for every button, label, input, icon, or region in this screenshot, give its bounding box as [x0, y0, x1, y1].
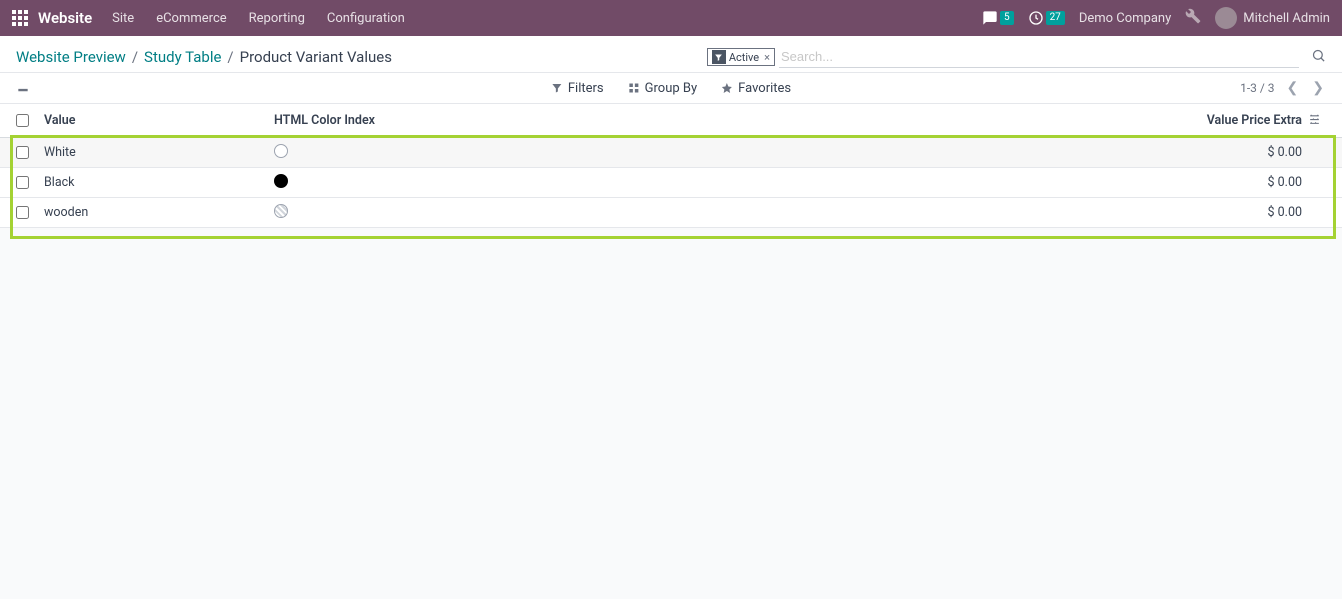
filters-button[interactable]: Filters	[551, 81, 604, 96]
column-color[interactable]: HTML Color Index	[274, 113, 1168, 128]
cell-price: $ 0.00	[1168, 175, 1308, 190]
breadcrumb-current: Product Variant Values	[240, 48, 392, 66]
funnel-icon	[712, 50, 726, 64]
center-tools: Filters Group By Favorites	[551, 81, 791, 96]
favorites-label: Favorites	[738, 81, 791, 96]
cell-value: wooden	[44, 205, 274, 220]
search-area: Active ×	[707, 46, 1326, 68]
table-row[interactable]: wooden $ 0.00	[0, 198, 1342, 228]
column-value[interactable]: Value	[44, 113, 274, 128]
top-nav: Site eCommerce Reporting Configuration	[112, 11, 405, 26]
nav-ecommerce[interactable]: eCommerce	[156, 11, 226, 26]
cell-value: Black	[44, 175, 274, 190]
color-swatch[interactable]	[274, 144, 288, 158]
nav-configuration[interactable]: Configuration	[327, 11, 405, 26]
filters-label: Filters	[568, 81, 604, 96]
cell-price: $ 0.00	[1168, 205, 1308, 220]
breadcrumb-separator: /	[227, 48, 233, 66]
app-brand[interactable]: Website	[38, 9, 92, 27]
apps-icon[interactable]	[12, 10, 28, 26]
chip-remove-icon[interactable]: ×	[764, 51, 770, 64]
groupby-label: Group By	[645, 81, 698, 96]
debug-icon[interactable]	[1185, 8, 1201, 28]
topbar-right: 5 27 Demo Company Mitchell Admin	[982, 7, 1330, 29]
toolbar-row: Filters Group By Favorites 1-3 / 3 ❮ ❯	[0, 73, 1342, 104]
row-zone: White $ 0.00 Black $ 0.00 wooden $ 0.00	[0, 138, 1342, 228]
row-checkbox[interactable]	[16, 176, 29, 189]
company-name[interactable]: Demo Company	[1079, 11, 1171, 26]
breadcrumb-separator: /	[132, 48, 138, 66]
filter-chip-active[interactable]: Active ×	[707, 48, 775, 66]
user-name: Mitchell Admin	[1243, 11, 1330, 26]
favorites-button[interactable]: Favorites	[721, 81, 791, 96]
breadcrumb-website-preview[interactable]: Website Preview	[16, 48, 126, 66]
table-header: Value HTML Color Index Value Price Extra	[0, 104, 1342, 138]
table-row[interactable]: Black $ 0.00	[0, 168, 1342, 198]
filter-chip-label: Active	[729, 51, 759, 64]
activities-badge: 27	[1046, 11, 1065, 25]
nav-reporting[interactable]: Reporting	[249, 11, 305, 26]
row-checkbox[interactable]	[16, 146, 29, 159]
color-swatch[interactable]	[274, 174, 288, 188]
row-checkbox[interactable]	[16, 206, 29, 219]
color-swatch[interactable]	[274, 204, 288, 218]
nav-site[interactable]: Site	[112, 11, 134, 26]
column-adjust-icon[interactable]	[1308, 112, 1326, 129]
table-row[interactable]: White $ 0.00	[0, 138, 1342, 168]
pager-next-icon[interactable]: ❯	[1310, 80, 1326, 96]
messaging-icon[interactable]: 5	[982, 10, 1014, 26]
user-menu[interactable]: Mitchell Admin	[1215, 7, 1330, 29]
search-input[interactable]	[779, 46, 1299, 68]
breadcrumb: Website Preview / Study Table / Product …	[16, 48, 392, 66]
breadcrumb-study-table[interactable]: Study Table	[144, 48, 221, 66]
search-icon[interactable]	[1311, 48, 1326, 67]
header-row: Website Preview / Study Table / Product …	[0, 36, 1342, 73]
cell-price: $ 0.00	[1168, 145, 1308, 160]
export-icon[interactable]	[16, 79, 30, 97]
select-all-checkbox[interactable]	[16, 114, 29, 127]
avatar	[1215, 7, 1237, 29]
table: Value HTML Color Index Value Price Extra…	[0, 104, 1342, 228]
cell-value: White	[44, 145, 274, 160]
topbar: Website Site eCommerce Reporting Configu…	[0, 0, 1342, 36]
pager: 1-3 / 3 ❮ ❯	[1240, 80, 1326, 96]
pager-text[interactable]: 1-3 / 3	[1240, 81, 1274, 95]
messaging-badge: 5	[1000, 11, 1014, 25]
groupby-button[interactable]: Group By	[628, 81, 698, 96]
activities-icon[interactable]: 27	[1028, 10, 1065, 26]
pager-prev-icon[interactable]: ❮	[1285, 80, 1301, 96]
column-price[interactable]: Value Price Extra	[1168, 113, 1308, 128]
